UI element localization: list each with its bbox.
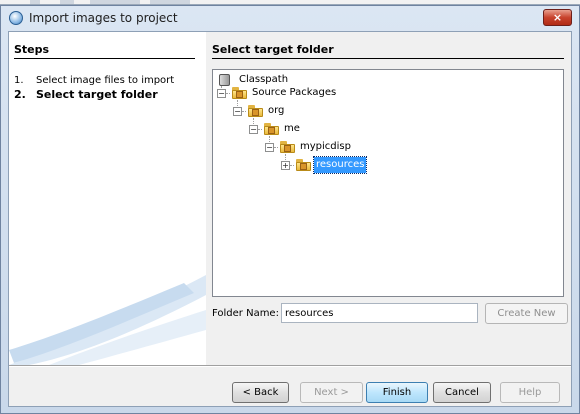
tree-node-label: mypicdisp — [300, 141, 351, 152]
step-select-target-folder: 2. Select target folder — [14, 88, 158, 101]
button-bar-separator — [9, 365, 571, 367]
package-folder-icon — [296, 159, 311, 171]
collapse-icon[interactable]: − — [249, 125, 258, 134]
import-images-dialog: Import images to project × Steps 1. Selec… — [0, 5, 580, 414]
tree-node-label: Source Packages — [252, 87, 337, 98]
folder-name-label: Folder Name: — [212, 308, 279, 319]
tree-connector — [242, 111, 246, 112]
target-folder-panel: Select target folder Classpath − Source … — [210, 32, 571, 365]
decorative-swoosh-graphic — [9, 275, 206, 365]
jar-icon — [219, 74, 230, 86]
app-icon — [9, 11, 23, 25]
package-folder-icon — [264, 123, 279, 135]
dialog-title: Import images to project — [29, 11, 178, 25]
create-new-button[interactable]: Create New — [485, 303, 568, 324]
step-number: 1. — [14, 75, 24, 86]
tree-node-label: me — [284, 123, 300, 134]
close-button[interactable]: × — [543, 9, 572, 26]
tree-connector — [226, 93, 230, 94]
tree-node-label: org — [268, 105, 285, 116]
steps-panel: Steps 1. Select image files to import 2. S… — [9, 32, 206, 365]
collapse-icon[interactable]: − — [233, 107, 242, 116]
finish-button[interactable]: Finish — [366, 382, 428, 403]
tree-node-label-selected: resources — [312, 156, 368, 174]
package-folder-icon — [248, 105, 263, 117]
help-button[interactable]: Help — [500, 382, 560, 403]
dialog-body: Steps 1. Select image files to import 2. S… — [8, 31, 572, 407]
step-label: Select image files to import — [36, 75, 175, 86]
tree-connector — [290, 165, 294, 166]
step-number: 2. — [14, 88, 26, 101]
back-button[interactable]: < Back — [232, 382, 289, 403]
steps-heading: Steps — [14, 43, 195, 59]
step-label: Select target folder — [36, 88, 158, 101]
expand-icon[interactable]: + — [281, 161, 290, 170]
package-folder-icon — [280, 141, 295, 153]
folder-tree[interactable]: Classpath − Source Packages − org − me −… — [212, 69, 564, 297]
tree-connector — [274, 147, 278, 148]
collapse-icon[interactable]: − — [217, 89, 226, 98]
title-bar[interactable]: Import images to project × — [1, 6, 579, 30]
tree-connector — [258, 129, 262, 130]
collapse-icon[interactable]: − — [265, 143, 274, 152]
folder-icon — [232, 87, 247, 99]
next-button[interactable]: Next > — [300, 382, 363, 403]
step-select-files: 1. Select image files to import — [14, 75, 174, 86]
target-folder-heading: Select target folder — [212, 43, 564, 59]
cancel-button[interactable]: Cancel — [433, 382, 491, 403]
folder-name-input[interactable] — [281, 303, 478, 323]
